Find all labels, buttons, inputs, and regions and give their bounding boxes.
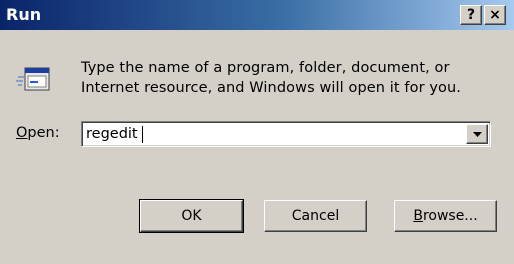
run-program-icon [16,64,52,94]
open-combobox[interactable] [81,121,491,147]
cancel-button[interactable]: Cancel [264,200,367,232]
dropdown-button[interactable] [466,124,488,144]
help-button[interactable]: ? [460,5,482,25]
close-button[interactable]: × [484,5,506,25]
ok-button[interactable]: OK [139,199,244,233]
open-label-text: pen: [27,125,60,141]
browse-label: rowse... [422,208,478,224]
run-dialog: Run ? × Type the name of a program, fold… [0,0,514,264]
title-bar[interactable]: Run ? × [0,0,514,30]
open-label-accelerator: O [16,125,28,141]
description-line-2: Internet resource, and Windows will open… [81,80,462,96]
browse-accelerator: B [413,208,423,224]
open-label: Open: [16,125,60,141]
window-title: Run [6,5,42,24]
chevron-down-icon [473,132,482,137]
browse-button[interactable]: Browse... [394,200,497,232]
text-caret [142,126,143,143]
description-line-1: Type the name of a program, folder, docu… [81,60,450,76]
